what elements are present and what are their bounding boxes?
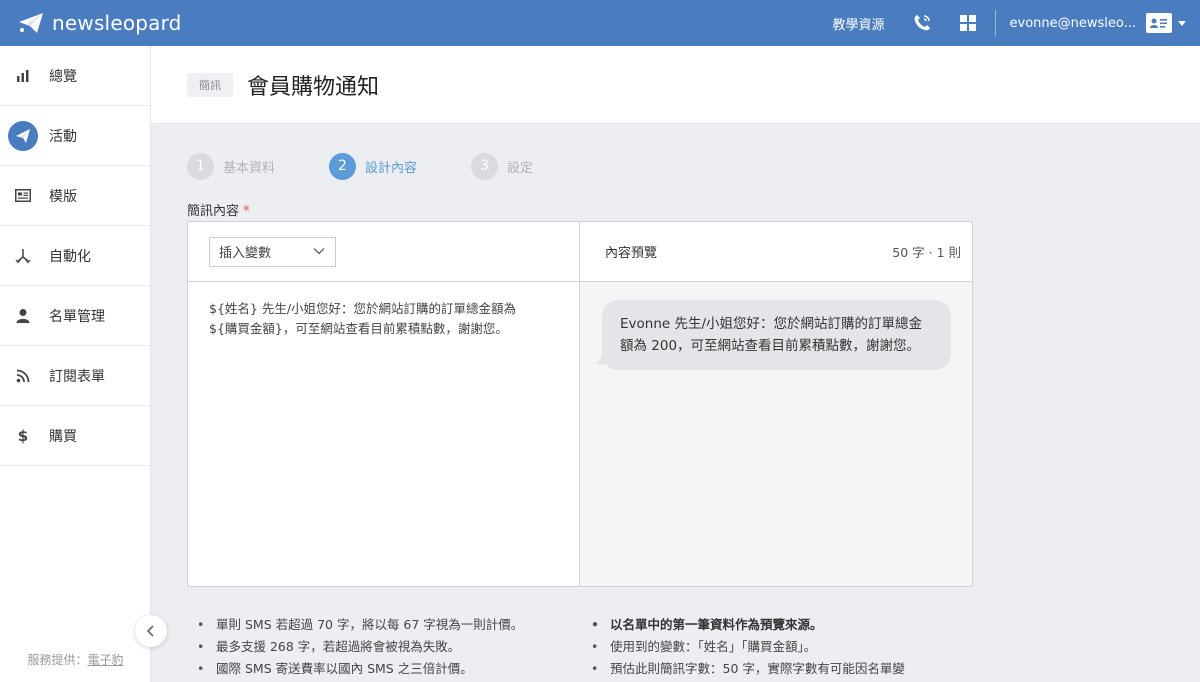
provider-label: 服務提供：: [27, 653, 88, 667]
sidebar-item-label: 名單管理: [49, 308, 105, 325]
sidebar-item-lists[interactable]: 名單管理: [0, 286, 150, 346]
step-number: 2: [329, 152, 357, 180]
step-label: 基本資料: [223, 160, 276, 176]
template-icon: [8, 181, 38, 211]
sidebar-item-overview[interactable]: 總覽: [0, 46, 150, 106]
note-item: 使用到的變數：「姓名」「購買金額」。: [582, 636, 905, 658]
note-item: 單則 SMS 若超過 70 字，將以每 67 字視為一則計價。: [188, 614, 523, 636]
paper-plane-icon: [8, 120, 38, 151]
preview-line: 額為 200，可至網站查看目前累積點數，謝謝您。: [620, 338, 921, 354]
sms-content-label: 簡訊內容 *: [187, 200, 250, 219]
user-menu-caret-icon[interactable]: [1178, 20, 1186, 26]
user-icon: [8, 301, 38, 331]
sidebar-item-forms[interactable]: 訂閱表單: [0, 346, 150, 406]
preview-header: 內容預覽 50 字 · 1 則: [580, 222, 972, 282]
paper-plane-logo-icon: [18, 12, 44, 34]
content-line: ${購買金額}，可至網站查看目前累積點數，謝謝您。: [209, 321, 508, 336]
sidebar-item-label: 活動: [49, 128, 77, 145]
step-settings[interactable]: 3 設定: [471, 152, 534, 180]
step-design-content[interactable]: 2 設計內容: [329, 152, 418, 180]
preview-title: 內容預覽: [605, 246, 658, 261]
note-item: 最多支援 268 字，若超過將會被視為失敗。: [188, 636, 523, 658]
note-item: 以名單中的第一筆資料作為預覽來源。: [582, 614, 905, 636]
editor-toolbar: 插入變數: [188, 222, 579, 282]
insert-variable-dropdown[interactable]: 插入變數: [209, 236, 336, 267]
page-title: 會員購物通知: [247, 74, 380, 100]
insert-variable-label: 插入變數: [219, 246, 272, 261]
branch-icon: [8, 241, 38, 271]
brand-logo[interactable]: newsleopard: [18, 11, 182, 35]
grid-icon[interactable]: [959, 14, 977, 32]
top-bar: newsleopard 教學資源 evonne@newsleo...: [0, 0, 1200, 46]
chevron-down-icon: [313, 244, 325, 259]
note-item: 國際 SMS 寄送費率以國內 SMS 之三倍計價。: [188, 658, 523, 680]
sidebar-item-label: 自動化: [49, 248, 91, 265]
preview-line: Evonne 先生/小姐您好：您於網站訂購的訂單總金: [620, 316, 923, 332]
contact-card-icon[interactable]: [1146, 13, 1172, 33]
sidebar-item-automation[interactable]: 自動化: [0, 226, 150, 286]
provider-link[interactable]: 電子豹: [88, 653, 124, 667]
step-number: 3: [471, 152, 499, 180]
campaign-type-badge: 簡訊: [187, 72, 233, 97]
sidebar-footer: 服務提供：電子豹: [0, 651, 151, 668]
sms-editor: 插入變數 ${姓名} 先生/小姐您好：您於網站訂購的訂單總金額為 ${購買金額}…: [187, 221, 973, 587]
sidebar-item-campaigns[interactable]: 活動: [0, 106, 150, 166]
sms-preview-bubble: Evonne 先生/小姐您好：您於網站訂購的訂單總金 額為 200，可至網站查看…: [602, 300, 951, 370]
editor-pane: 插入變數 ${姓名} 先生/小姐您好：您於網站訂購的訂單總金額為 ${購買金額}…: [188, 222, 580, 586]
topbar-divider: [994, 10, 996, 36]
chevron-left-icon: [146, 622, 156, 641]
collapse-sidebar-button[interactable]: [135, 615, 167, 647]
brand-name: newsleopard: [52, 11, 182, 35]
character-count: 50 字 · 1 則: [892, 245, 961, 260]
user-email[interactable]: evonne@newsleo...: [1010, 16, 1137, 31]
step-label: 設計內容: [365, 160, 418, 176]
preview-notes: 以名單中的第一筆資料作為預覽來源。 使用到的變數：「姓名」「購買金額」。 預估此…: [582, 614, 905, 680]
sidebar: 總覽 活動 模版 自動化 名單管理 訂閱表單 $ 購買 服務提供：電子豹: [0, 46, 151, 682]
step-number: 1: [187, 152, 214, 180]
sidebar-item-label: 總覽: [49, 68, 77, 85]
page-header: 簡訊 會員購物通知: [151, 46, 1200, 123]
note-item: 預估此則簡訊字數：50 字，實際字數有可能因名單變: [582, 658, 905, 680]
dollar-icon: $: [17, 426, 29, 445]
bar-chart-icon: [8, 61, 38, 91]
sidebar-item-label: 訂閱表單: [49, 368, 105, 385]
content-line: ${姓名} 先生/小姐您好：您於網站訂購的訂單總金額為: [209, 301, 517, 316]
rss-icon: [8, 361, 38, 391]
wizard-steps: 1 基本資料 2 設計內容 3 設定: [187, 152, 587, 180]
preview-pane: 內容預覽 50 字 · 1 則 Evonne 先生/小姐您好：您於網站訂購的訂單…: [580, 222, 972, 586]
field-label-text: 簡訊內容: [187, 204, 240, 219]
sidebar-item-label: 購買: [49, 428, 77, 445]
resources-link[interactable]: 教學資源: [832, 14, 884, 33]
sidebar-item-purchase[interactable]: $ 購買: [0, 406, 150, 466]
sidebar-item-label: 模版: [49, 188, 77, 205]
required-mark: *: [243, 204, 250, 219]
step-basic-info[interactable]: 1 基本資料: [187, 152, 276, 180]
step-label: 設定: [507, 160, 534, 176]
sms-pricing-notes: 單則 SMS 若超過 70 字，將以每 67 字視為一則計價。 最多支援 268…: [188, 614, 523, 680]
sms-content-textarea[interactable]: ${姓名} 先生/小姐您好：您於網站訂購的訂單總金額為 ${購買金額}，可至網站…: [188, 282, 579, 339]
sidebar-item-templates[interactable]: 模版: [0, 166, 150, 226]
phone-icon[interactable]: [913, 14, 931, 32]
